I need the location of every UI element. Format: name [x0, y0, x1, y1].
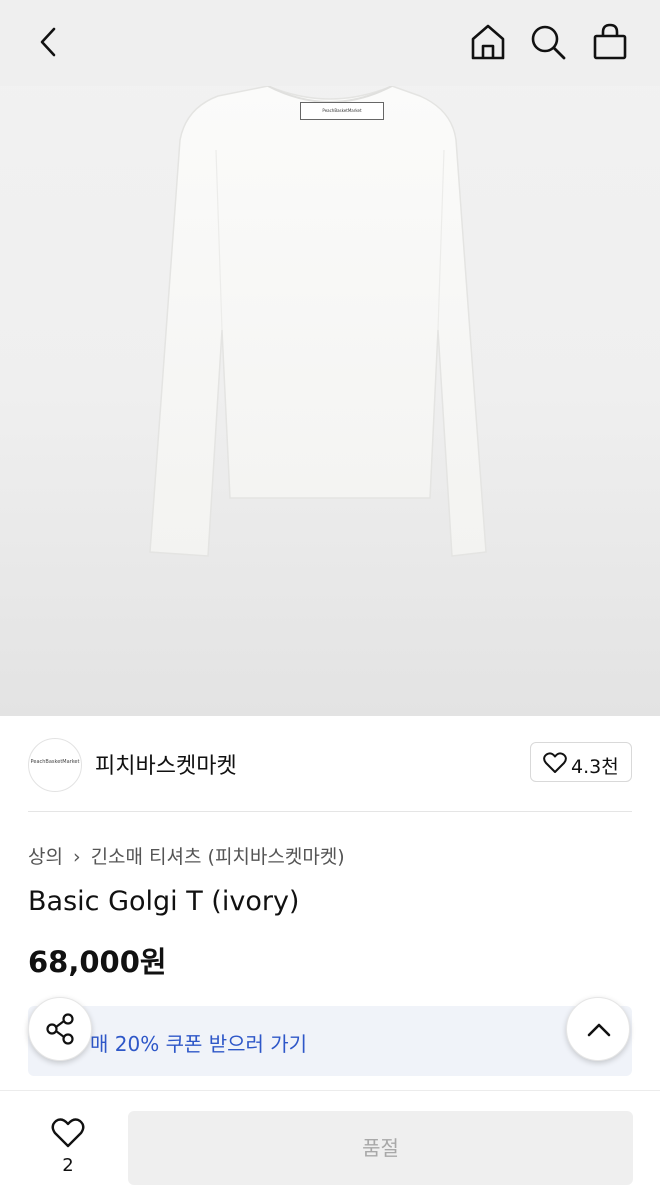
home-icon[interactable] [468, 22, 508, 62]
share-button[interactable] [28, 997, 92, 1061]
product-title: Basic Golgi T (ivory) [28, 886, 300, 917]
product-image[interactable]: PeachBasketMarket [0, 0, 660, 716]
scroll-top-button[interactable] [566, 997, 630, 1061]
chevron-left-icon[interactable] [34, 24, 64, 60]
store-like-count: 4.3천 [571, 756, 619, 778]
wishlist-count: 2 [62, 1155, 74, 1176]
shopping-bag-icon[interactable] [590, 22, 630, 62]
product-price: 68,000원 [28, 945, 167, 979]
breadcrumb: 상의 › 긴소매 티셔츠 (피치바스켓마켓) [28, 842, 345, 869]
store-logo-text: PeachBasketMarket [30, 759, 80, 765]
store-row[interactable]: PeachBasketMarket 피치바스켓마켓 4.3천 [0, 716, 660, 812]
breadcrumb-category[interactable]: 상의 [28, 846, 63, 868]
heart-icon [51, 1118, 85, 1148]
breadcrumb-subcategory[interactable]: 긴소매 티셔츠 (피치바스켓마켓) [91, 846, 345, 868]
brand-label-tag: PeachBasketMarket [300, 102, 384, 120]
search-icon[interactable] [528, 22, 568, 62]
store-logo[interactable]: PeachBasketMarket [28, 738, 82, 792]
store-name[interactable]: 피치바스켓마켓 [95, 748, 237, 780]
chevron-up-icon [587, 1023, 611, 1037]
heart-icon [543, 752, 567, 773]
sold-out-button[interactable]: 품절 [128, 1111, 633, 1185]
top-navigation-bar [0, 0, 660, 86]
bottom-action-bar: 2 품절 [0, 1090, 660, 1201]
store-like-button[interactable]: 4.3천 [530, 742, 632, 782]
share-icon [46, 1013, 74, 1045]
coupon-text: 매 20% 쿠폰 받으러 가기 [90, 1032, 308, 1056]
chevron-right-icon: › [72, 846, 81, 868]
divider [28, 811, 632, 812]
coupon-banner[interactable]: 매 20% 쿠폰 받으러 가기 [28, 1006, 632, 1076]
wishlist-button[interactable]: 2 [38, 1113, 98, 1177]
